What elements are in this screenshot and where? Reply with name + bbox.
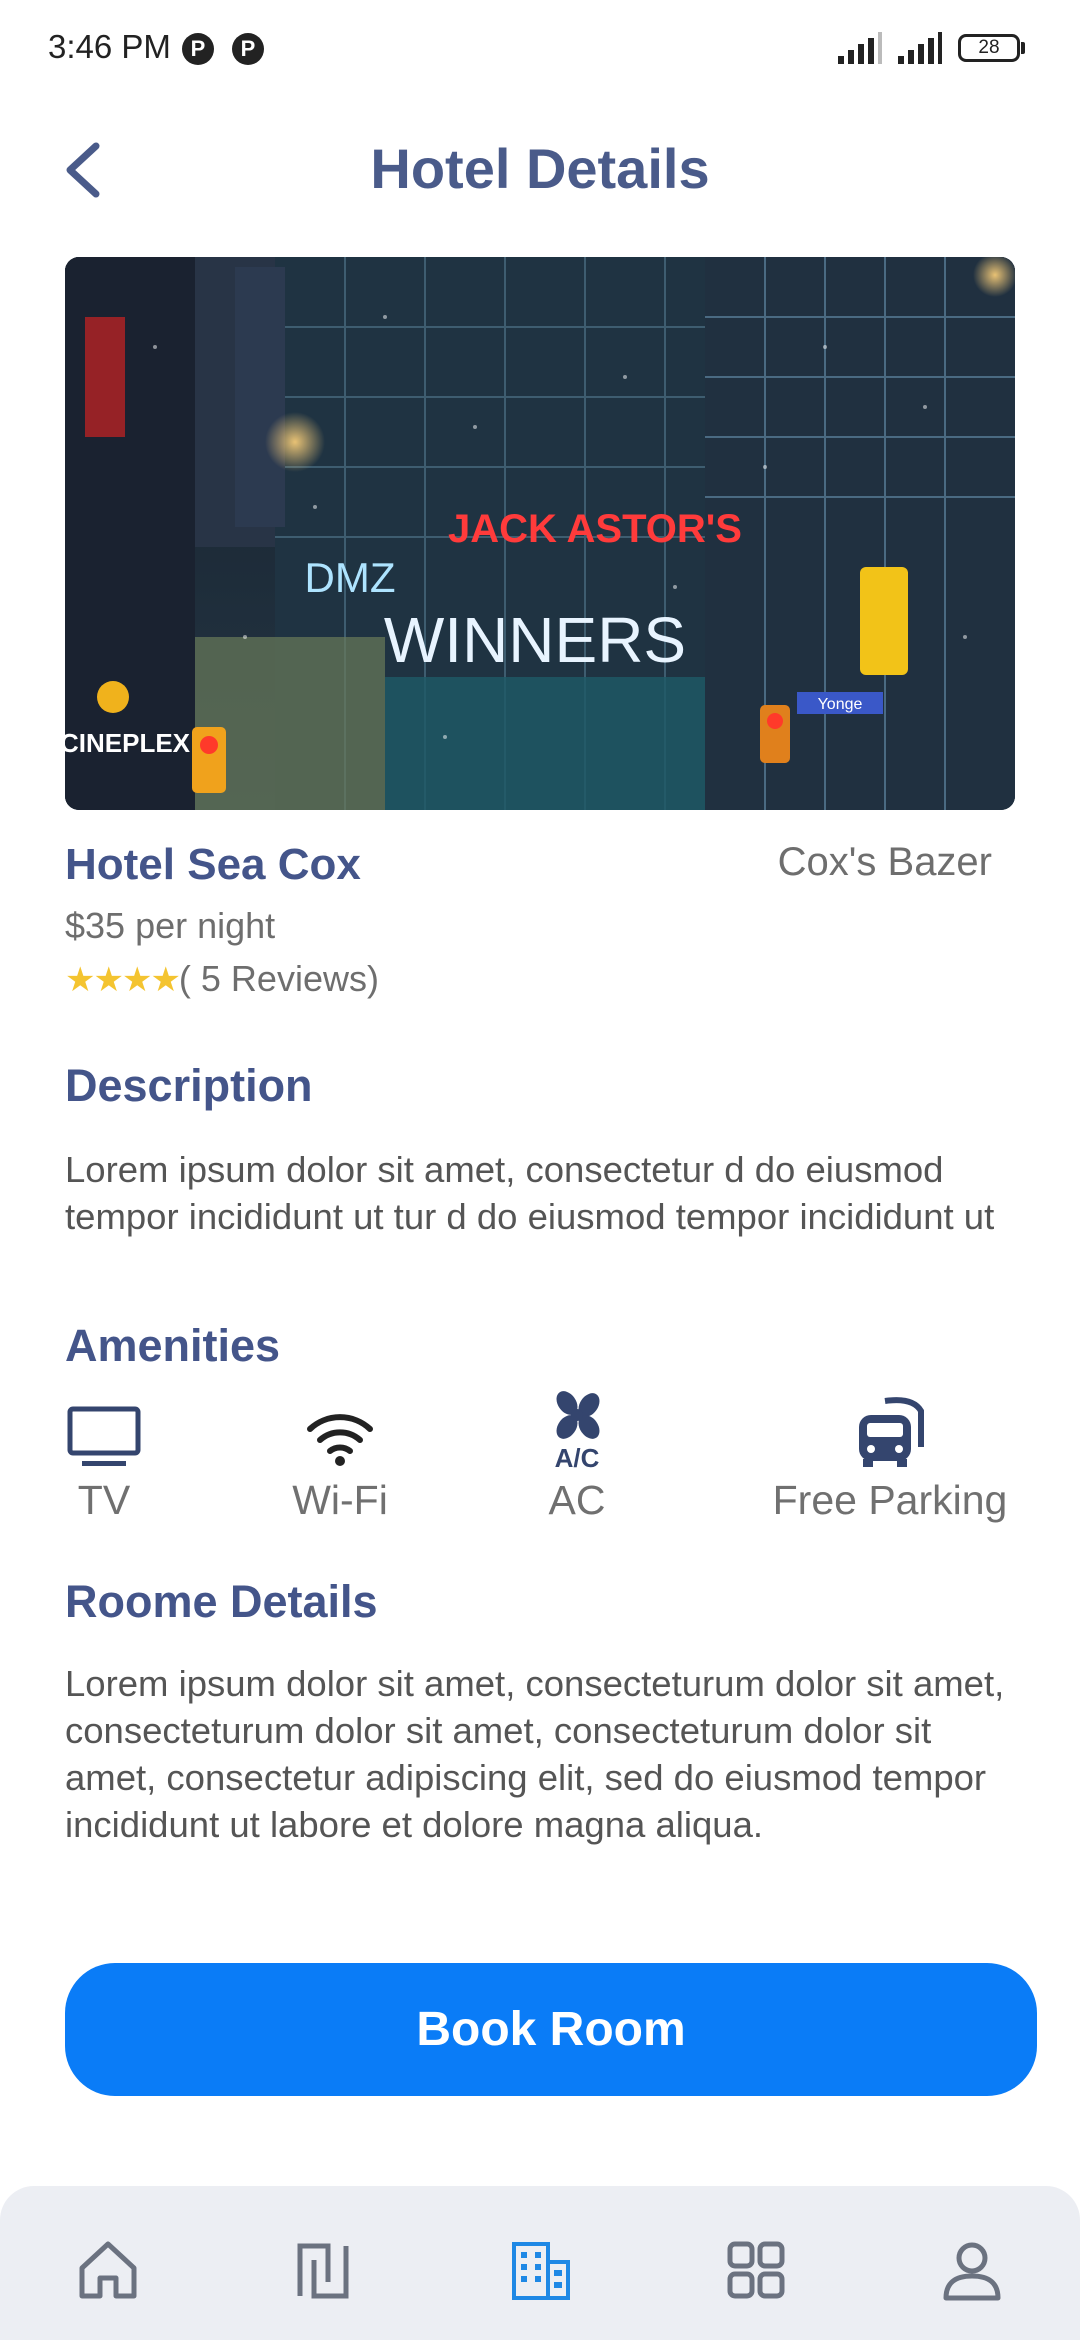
- svg-text:A/C: A/C: [555, 1443, 600, 1469]
- hotel-details-screen: 3:46 PM P P 28 Hotel Details JACK ASTOR'…: [0, 0, 1080, 2340]
- profile-icon[interactable]: [940, 2238, 1004, 2302]
- grid-icon[interactable]: [724, 2238, 788, 2302]
- hotel-icon[interactable]: [508, 2238, 572, 2302]
- review-count: ( 5 Reviews): [178, 958, 379, 999]
- ac-icon: A/C: [555, 1391, 600, 1469]
- winners-sign: WINNERS: [384, 604, 686, 676]
- jack-astors-sign: JACK ASTOR'S: [448, 507, 742, 551]
- city-night-image: JACK ASTOR'S WINNERS DMZ CINEPLEX Yonge: [65, 257, 1015, 810]
- amenity-label: Free Parking: [772, 1477, 1008, 1523]
- hotel-price: $35 per night: [65, 905, 276, 946]
- amenity-free-parking: Free Parking: [760, 1397, 1020, 1524]
- signal-icon: [898, 32, 942, 64]
- hotel-photo: JACK ASTOR'S WINNERS DMZ CINEPLEX Yonge: [65, 257, 1015, 810]
- battery-tip: [1021, 42, 1025, 54]
- room-details-heading: Roome Details: [65, 1576, 378, 1627]
- hotel-name: Hotel Sea Cox: [65, 840, 361, 889]
- status-time: 3:46 PM: [48, 28, 171, 65]
- amenity-label: Wi-Fi: [292, 1477, 388, 1523]
- description-text: Lorem ipsum dolor sit amet, consectetur …: [65, 1149, 995, 1237]
- status-bar: 3:46 PM P P 28: [0, 0, 1080, 100]
- dmz-sign: DMZ: [305, 554, 396, 601]
- wifi-icon: [307, 1414, 373, 1466]
- amenity-label: AC: [548, 1477, 606, 1523]
- amenity-ac: A/C AC: [537, 1391, 617, 1524]
- book-room-button[interactable]: Book Room: [65, 1963, 1037, 2096]
- cineplex-sign: CINEPLEX: [65, 728, 191, 758]
- bottom-navigation: [0, 2186, 1080, 2340]
- bus-icon: [859, 1397, 924, 1467]
- hotel-rating: ★★★★( 5 Reviews): [65, 958, 379, 1000]
- amenity-label: TV: [77, 1477, 131, 1523]
- hotel-location: Cox's Bazer: [777, 840, 992, 884]
- app-notification-icon: P: [182, 33, 214, 65]
- yonge-street-sign: Yonge: [818, 696, 863, 713]
- amenities-heading: Amenities: [65, 1320, 281, 1371]
- bookings-icon[interactable]: [292, 2238, 356, 2302]
- home-icon[interactable]: [76, 2238, 140, 2302]
- amenity-tv: TV: [64, 1405, 144, 1524]
- room-details-text: Lorem ipsum dolor sit amet, consecteturu…: [65, 1663, 1005, 1845]
- signal-icon: [838, 32, 882, 64]
- battery-indicator: 28: [958, 34, 1020, 62]
- tv-icon: [67, 1406, 141, 1466]
- app-notification-icon: P: [232, 33, 264, 65]
- description-heading: Description: [65, 1060, 313, 1111]
- amenity-wifi: Wi-Fi: [280, 1405, 400, 1524]
- page-title: Hotel Details: [370, 137, 710, 200]
- star-rating-icon: ★★★★: [65, 961, 181, 999]
